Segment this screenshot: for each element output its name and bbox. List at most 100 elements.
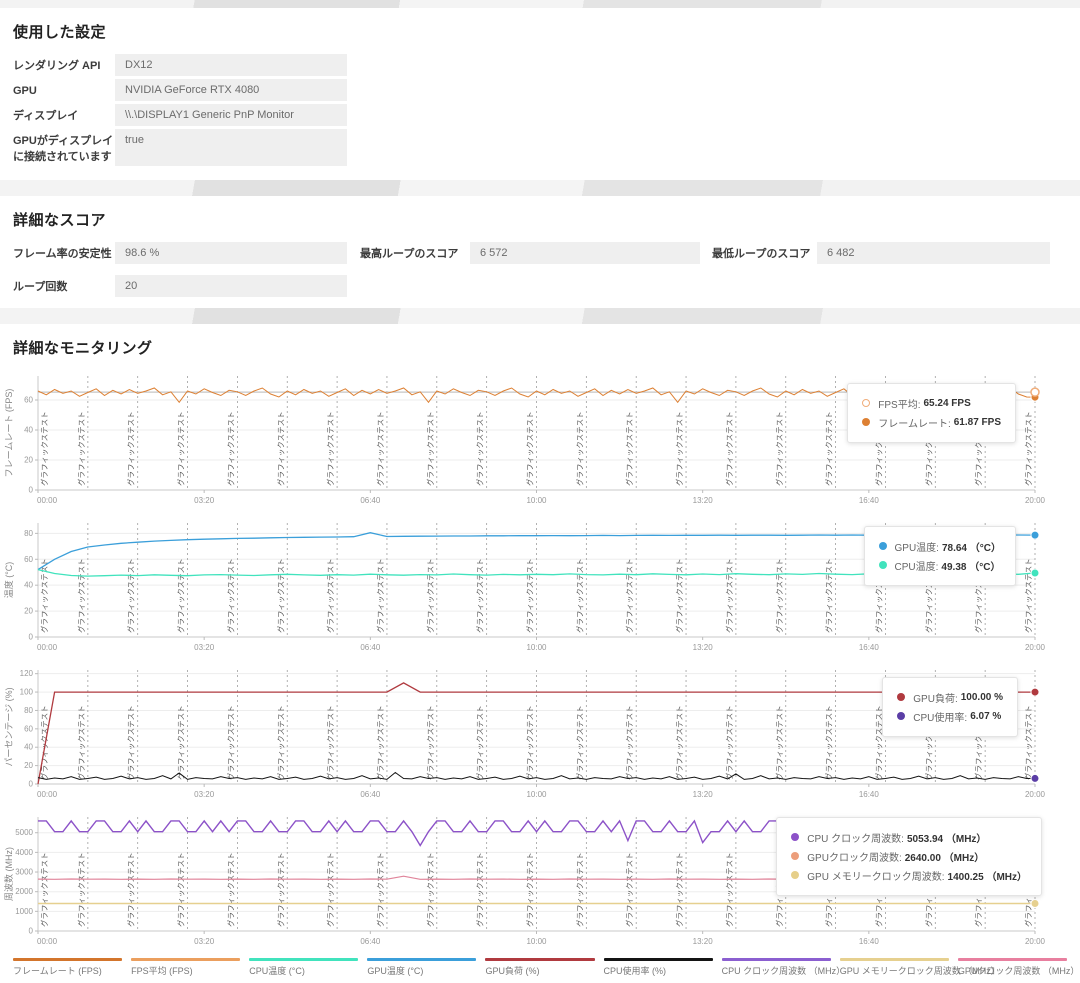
- field-label: ディスプレイ: [13, 104, 115, 126]
- bottom-legend-item-5: CPU使用率 (%): [604, 958, 713, 977]
- svg-text:20: 20: [24, 606, 33, 615]
- temperature-chart: グラフィックステスト グラフィックステスト グラフィックステスト グラフィックステスト…: [0, 517, 1080, 659]
- svg-text:グラフィックステスト: グラフィックステスト: [724, 558, 734, 633]
- svg-text:グラフィックステスト: グラフィックステスト: [674, 705, 684, 780]
- series-label: CPU温度 (°C): [249, 964, 358, 977]
- legend-entry: GPU メモリークロック周波数: 1400.25 （MHz）: [791, 868, 1027, 883]
- svg-text:03:20: 03:20: [194, 643, 215, 652]
- svg-text:グラフィックステスト: グラフィックステスト: [325, 558, 335, 633]
- svg-text:16:40: 16:40: [859, 496, 880, 505]
- svg-text:フレームレート (FPS): フレームレート (FPS): [4, 389, 14, 478]
- legend-entry-value: 61.87 FPS: [954, 417, 1001, 428]
- field-label: GPU: [13, 79, 115, 101]
- svg-text:グラフィックステスト: グラフィックステスト: [525, 558, 535, 633]
- svg-text:グラフィックステスト: グラフィックステスト: [39, 411, 49, 486]
- svg-text:パーセンテージ (%): パーセンテージ (%): [4, 687, 14, 766]
- svg-text:20: 20: [24, 761, 33, 770]
- svg-text:06:40: 06:40: [360, 643, 381, 652]
- svg-text:グラフィックステスト: グラフィックステスト: [176, 852, 186, 927]
- score-worst-loop: 最低ループのスコア 6 482: [712, 242, 1050, 264]
- field-label: GPUがディスプレイに接続されています: [13, 129, 115, 166]
- field-value: 6 572: [470, 242, 700, 264]
- svg-text:20:00: 20:00: [1025, 643, 1046, 652]
- score-frame-stability: フレーム率の安定性 98.6 %: [13, 242, 347, 264]
- svg-text:グラフィックステスト: グラフィックステスト: [375, 705, 385, 780]
- setting-row-render-api: レンダリング API DX12: [13, 54, 1067, 76]
- svg-text:06:40: 06:40: [360, 496, 381, 505]
- svg-text:グラフィックステスト: グラフィックステスト: [574, 852, 584, 927]
- scores-section: 詳細なスコア フレーム率の安定性 98.6 % 最高ループのスコア 6 572 …: [0, 209, 1080, 297]
- settings-section-title: 使用した設定: [13, 21, 1067, 42]
- series-label: CPU使用率 (%): [604, 964, 713, 977]
- svg-text:グラフィックステスト: グラフィックステスト: [774, 411, 784, 486]
- field-label: 最低ループのスコア: [712, 242, 817, 264]
- legend-entry: CPU温度: 49.38 （°C）: [879, 558, 1001, 573]
- svg-text:グラフィックステスト: グラフィックステスト: [525, 852, 535, 927]
- chart-legend: CPU クロック周波数: 5053.94 （MHz）GPUクロック周波数: 26…: [776, 817, 1042, 896]
- svg-text:4000: 4000: [15, 848, 33, 857]
- svg-text:10:00: 10:00: [526, 643, 547, 652]
- svg-text:グラフィックステスト: グラフィックステスト: [574, 411, 584, 486]
- svg-text:13:20: 13:20: [693, 496, 714, 505]
- section-divider-pattern: [0, 308, 1080, 324]
- legend-entry-value: 78.64 （°C）: [942, 539, 1001, 554]
- legend-entry: CPU使用率: 6.07 %: [897, 709, 1003, 724]
- svg-text:グラフィックステスト: グラフィックステスト: [176, 705, 186, 780]
- score-loop-count: ループ回数 20: [13, 275, 347, 297]
- svg-text:グラフィックステスト: グラフィックステスト: [774, 558, 784, 633]
- series-label: CPU クロック周波数 （MHz）: [722, 964, 831, 977]
- svg-text:グラフィックステスト: グラフィックステスト: [39, 852, 49, 927]
- legend-entry: GPU温度: 78.64 （°C）: [879, 539, 1001, 554]
- legend-entry-value: 100.00 %: [961, 692, 1003, 703]
- svg-text:グラフィックステスト: グラフィックステスト: [225, 411, 235, 486]
- svg-text:グラフィックステスト: グラフィックステスト: [275, 705, 285, 780]
- svg-text:グラフィックステスト: グラフィックステスト: [275, 558, 285, 633]
- svg-text:0: 0: [29, 926, 34, 935]
- legend-entry: GPUクロック周波数: 2640.00 （MHz）: [791, 849, 1027, 864]
- field-label: レンダリング API: [13, 54, 115, 76]
- svg-text:グラフィックステスト: グラフィックステスト: [76, 411, 86, 486]
- field-value: true: [115, 129, 347, 166]
- bottom-legend-item-8: GPUクロック周波数 （MHz）: [958, 958, 1067, 977]
- series-label: FPS平均 (FPS): [131, 964, 240, 977]
- svg-text:グラフィックステスト: グラフィックステスト: [624, 852, 634, 927]
- svg-text:グラフィックステスト: グラフィックステスト: [126, 558, 136, 633]
- chart-legend: GPU負荷: 100.00 %CPU使用率: 6.07 %: [882, 677, 1018, 737]
- svg-text:16:40: 16:40: [859, 790, 880, 799]
- chart-legend: FPS平均: 65.24 FPSフレームレート: 61.87 FPS: [847, 383, 1016, 443]
- setting-row-gpu: GPU NVIDIA GeForce RTX 4080: [13, 79, 1067, 101]
- legend-marker-dot: [791, 852, 799, 860]
- bottom-legend-item-6: CPU クロック周波数 （MHz）: [722, 958, 831, 977]
- svg-text:06:40: 06:40: [360, 937, 381, 946]
- legend-entry: フレームレート: 61.87 FPS: [862, 415, 1001, 430]
- series-color-line: [249, 958, 358, 961]
- svg-text:グラフィックステスト: グラフィックステスト: [425, 852, 435, 927]
- legend-marker-dot: [791, 833, 799, 841]
- legend-entry-value: 49.38 （°C）: [941, 558, 1000, 573]
- svg-text:グラフィックステスト: グラフィックステスト: [1023, 705, 1033, 780]
- series-label: GPU負荷 (%): [485, 964, 594, 977]
- svg-text:60: 60: [24, 395, 33, 404]
- svg-text:00:00: 00:00: [37, 790, 58, 799]
- field-value: 98.6 %: [115, 242, 347, 264]
- field-value: DX12: [115, 54, 347, 76]
- svg-text:グラフィックステスト: グラフィックステスト: [774, 705, 784, 780]
- series-color-line: [958, 958, 1067, 961]
- svg-text:グラフィックステスト: グラフィックステスト: [624, 411, 634, 486]
- field-label: フレーム率の安定性: [13, 242, 115, 264]
- svg-text:グラフィックステスト: グラフィックステスト: [574, 705, 584, 780]
- field-value: 6 482: [817, 242, 1050, 264]
- svg-text:グラフィックステスト: グラフィックステスト: [325, 705, 335, 780]
- legend-marker-dot: [897, 693, 905, 701]
- svg-text:10:00: 10:00: [526, 790, 547, 799]
- series-color-line: [604, 958, 713, 961]
- legend-entry-label: GPUクロック周波数:: [807, 849, 901, 864]
- svg-text:グラフィックステスト: グラフィックステスト: [76, 852, 86, 927]
- svg-text:グラフィックステスト: グラフィックステスト: [724, 411, 734, 486]
- svg-text:60: 60: [24, 724, 33, 733]
- legend-entry-label: フレームレート:: [878, 415, 950, 430]
- svg-text:グラフィックステスト: グラフィックステスト: [824, 705, 834, 780]
- svg-text:1000: 1000: [15, 907, 33, 916]
- legend-entry-label: FPS平均:: [878, 396, 920, 411]
- svg-text:グラフィックステスト: グラフィックステスト: [275, 852, 285, 927]
